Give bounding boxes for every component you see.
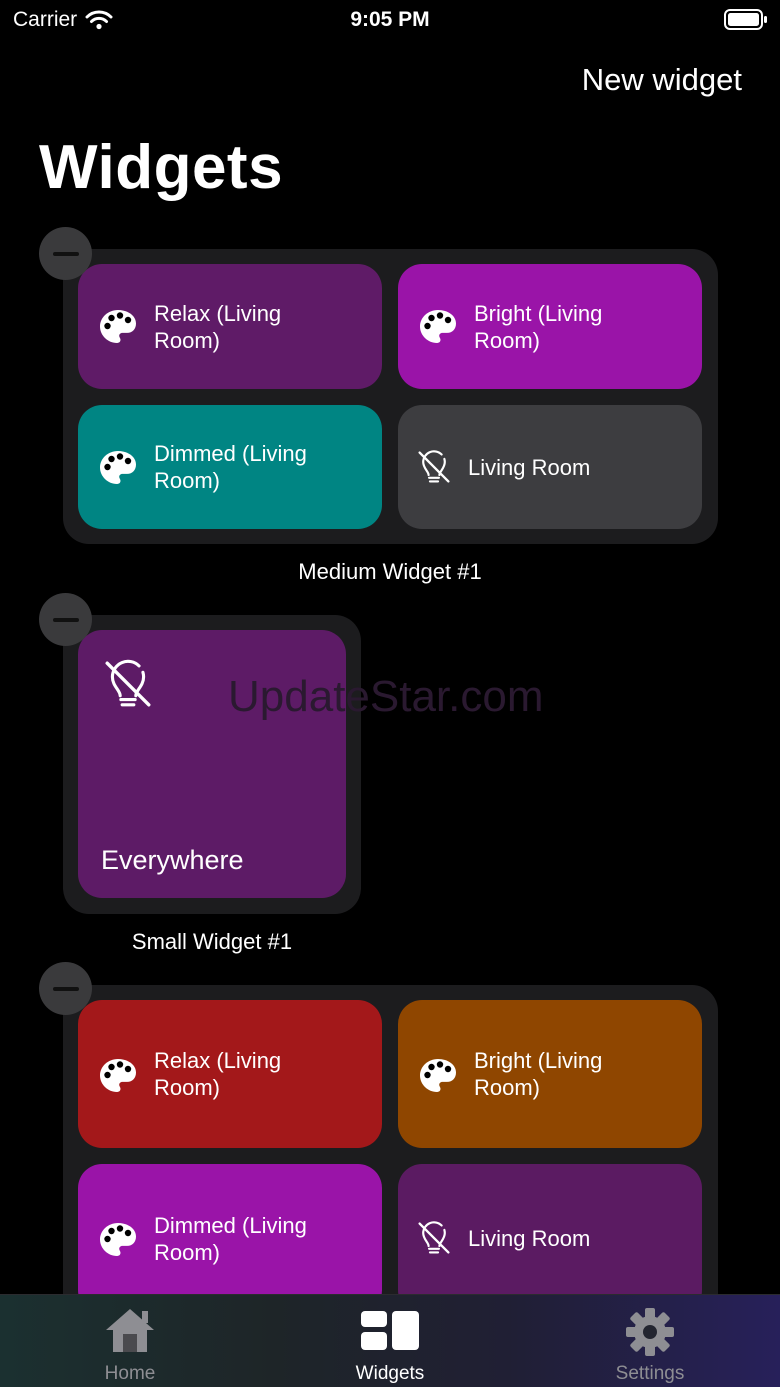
remove-medium-widget-2-button[interactable] <box>39 962 92 1015</box>
tile-dimmed-living-room[interactable]: Dimmed (Living Room) <box>78 1164 382 1314</box>
tile-living-room[interactable]: Living Room <box>398 405 702 529</box>
palette-icon <box>98 1056 138 1096</box>
tab-label: Home <box>104 1363 156 1384</box>
status-time: 9:05 PM <box>350 8 430 31</box>
lightbulb-off-icon <box>416 449 452 485</box>
tile-dimmed-living-room[interactable]: Dimmed (Living Room) <box>78 405 382 529</box>
tile-label: Bright (Living Room) <box>474 1048 603 1100</box>
palette-icon <box>98 1220 138 1260</box>
tab-bar: Home Widgets Settings <box>0 1294 780 1387</box>
tab-home[interactable]: Home <box>50 1295 210 1387</box>
page-title: Widgets <box>39 133 284 202</box>
tile-label: Dimmed (Living Room) <box>154 441 307 493</box>
remove-medium-widget-1-button[interactable] <box>39 227 92 280</box>
lightbulb-off-icon <box>102 658 154 710</box>
new-widget-button[interactable]: New widget <box>582 62 742 98</box>
palette-icon <box>418 307 458 347</box>
widget-caption: Small Widget #1 <box>131 929 293 954</box>
tab-widgets[interactable]: Widgets <box>310 1295 470 1387</box>
tile-relax-living-room[interactable]: Relax (Living Room) <box>78 1000 382 1148</box>
gear-icon <box>626 1308 674 1356</box>
tab-label: Settings <box>615 1363 685 1384</box>
tile-bright-living-room[interactable]: Bright (Living Room) <box>398 1000 702 1148</box>
tile-label: Dimmed (Living Room) <box>154 1213 307 1265</box>
remove-small-widget-1-button[interactable] <box>39 593 92 646</box>
status-bar: Carrier 9:05 PM <box>0 0 780 44</box>
tile-label: Living Room <box>468 455 591 480</box>
tile-label: Bright (Living Room) <box>474 301 603 353</box>
tab-label: Widgets <box>355 1363 425 1384</box>
widget-caption: Medium Widget #1 <box>298 559 482 584</box>
house-icon <box>106 1309 154 1352</box>
tile-label: Living Room <box>468 1226 591 1251</box>
tile-everywhere[interactable]: Everywhere <box>78 630 346 898</box>
tile-bright-living-room[interactable]: Bright (Living Room) <box>398 264 702 389</box>
tab-settings[interactable]: Settings <box>570 1295 730 1387</box>
lightbulb-off-icon <box>416 1220 452 1256</box>
battery-icon <box>724 9 767 30</box>
tile-relax-living-room[interactable]: Relax (Living Room) <box>78 264 382 389</box>
tile-label: Everywhere <box>101 845 244 875</box>
palette-icon <box>418 1056 458 1096</box>
widgets-icon <box>361 1311 419 1350</box>
palette-icon <box>98 448 138 488</box>
tile-label: Relax (Living Room) <box>154 1048 282 1100</box>
tile-label: Relax (Living Room) <box>154 301 282 353</box>
palette-icon <box>98 307 138 347</box>
tile-living-room[interactable]: Living Room <box>398 1164 702 1314</box>
